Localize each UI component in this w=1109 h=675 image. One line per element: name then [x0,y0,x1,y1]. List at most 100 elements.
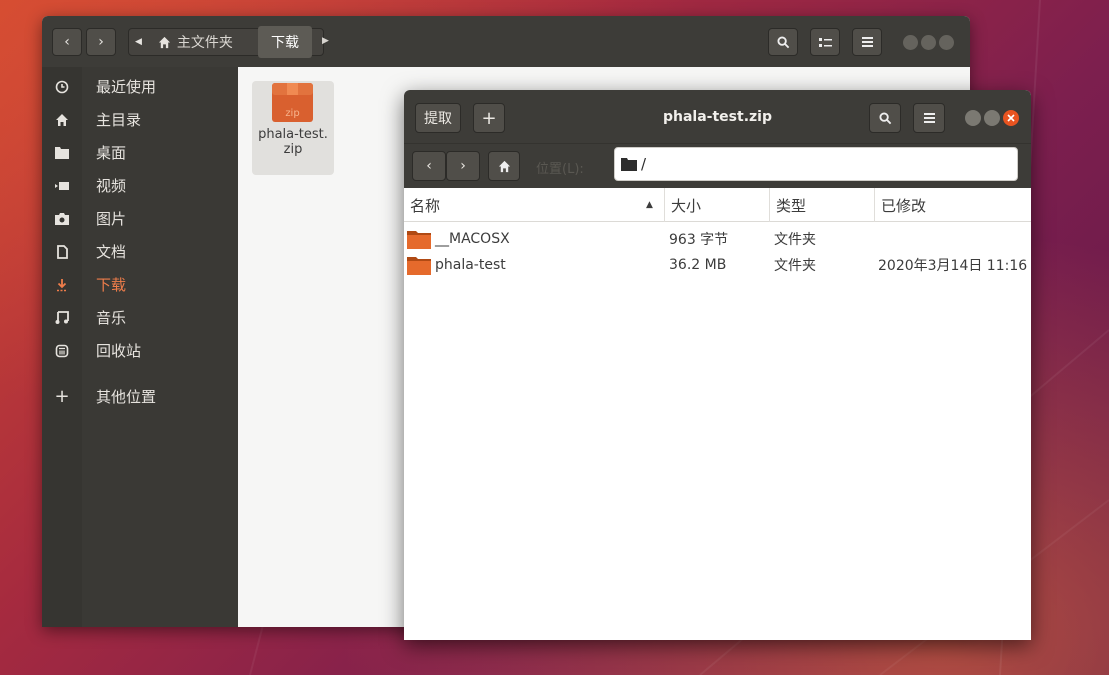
column-header-modified[interactable]: 已修改 [875,188,1031,222]
column-headers: 名称 ▲ 大小 类型 已修改 [404,188,1031,222]
plus-icon: + [54,386,70,407]
places-sidebar: 最近使用 主目录 桌面 视频 图片 文档 下载 音乐 回收站 + 其他位置 [42,67,238,627]
sidebar-item-videos[interactable]: 视频 [42,169,238,202]
add-files-label: + [481,107,497,129]
sidebar-item-pictures[interactable]: 图片 [42,202,238,235]
sidebar-item-other-locations[interactable]: + 其他位置 [42,380,238,413]
location-label: 位置(L): [536,162,584,177]
breadcrumb-scroll-right-icon[interactable]: ▶ [322,36,329,46]
sidebar-item-label: 主目录 [96,111,142,129]
column-header-type[interactable]: 类型 [770,188,874,222]
chevron-left-icon: ‹ [426,158,432,174]
location-entry[interactable]: / [614,147,1018,181]
row-size: 36.2 MB [669,257,727,273]
sidebar-item-music[interactable]: 音乐 [42,301,238,334]
forward-button[interactable]: › [86,28,116,56]
extract-button-label: 提取 [424,111,452,127]
row-name-cell: __MACOSX [407,226,662,252]
forward-button[interactable]: › [446,151,480,181]
file-name-line-1: phala-test. [258,127,328,142]
folder-icon [621,157,637,171]
column-header-name-label: 名称 [410,196,441,215]
sort-ascending-icon: ▲ [646,200,653,210]
search-icon [776,35,789,48]
row-type: 文件夹 [774,232,816,248]
home-icon [158,36,170,48]
close-icon [1007,114,1015,122]
clock-icon [42,80,82,94]
search-button[interactable] [869,103,901,133]
row-modified: 2020年3月14日 11:16 [878,258,1028,274]
search-button[interactable] [768,28,798,56]
table-row[interactable]: __MACOSX 963 字节 文件夹 [404,226,1031,252]
archive-headerbar: phala-test.zip 提取 + [404,90,1031,143]
video-icon [42,181,82,191]
hamburger-menu-icon [861,37,873,47]
minimize-button[interactable] [903,35,918,50]
menu-button[interactable] [852,28,882,56]
breadcrumb-current[interactable]: 下载 [258,26,312,58]
camera-icon [42,212,82,225]
back-button[interactable]: ‹ [412,151,446,181]
sidebar-item-desktop[interactable]: 桌面 [42,136,238,169]
sidebar-item-label: 视频 [96,177,127,195]
file-item-name: phala-test. zip [252,127,334,157]
trash-icon [42,344,82,358]
home-icon [498,160,510,172]
file-item-zip[interactable]: zip phala-test. zip [252,81,334,175]
sidebar-item-label: 下载 [96,276,127,294]
sidebar-item-label: 文档 [96,243,127,261]
menu-button[interactable] [913,103,945,133]
document-icon [42,244,82,259]
maximize-button[interactable] [921,35,936,50]
column-header-name[interactable]: 名称 ▲ [404,188,664,222]
home-icon [42,113,82,127]
location-path: / [641,155,647,173]
sidebar-item-label: 图片 [96,210,127,228]
add-files-button[interactable]: + [473,103,505,133]
download-icon [42,278,82,292]
column-header-size[interactable]: 大小 [665,188,769,222]
sidebar-item-documents[interactable]: 文档 [42,235,238,268]
row-name: __MACOSX [435,231,510,247]
table-row[interactable]: phala-test 36.2 MB 文件夹 2020年3月14日 11:16 [404,252,1031,278]
column-header-modified-label: 已修改 [881,196,927,215]
sidebar-item-recent[interactable]: 最近使用 [42,70,238,103]
sidebar-item-trash[interactable]: 回收站 [42,334,238,367]
zip-archive-icon: zip [272,83,313,122]
column-header-type-label: 类型 [776,196,807,215]
search-icon [878,111,891,124]
back-button[interactable]: ‹ [52,28,82,56]
sidebar-item-label: 桌面 [96,144,127,162]
sidebar-item-home[interactable]: 主目录 [42,103,238,136]
close-button[interactable] [1003,110,1019,126]
breadcrumb-home[interactable]: 主文件夹 [158,32,233,52]
breadcrumb-current-label: 下载 [271,35,299,51]
column-header-size-label: 大小 [671,196,702,215]
view-toggle-button[interactable] [810,28,840,56]
grid-view-icon [818,37,832,47]
chevron-right-icon: › [460,158,466,174]
maximize-button[interactable] [984,110,1000,126]
row-name: phala-test [435,257,506,273]
row-size: 963 字节 [669,232,729,248]
hamburger-menu-icon [923,113,935,123]
sidebar-item-label: 音乐 [96,309,127,327]
sidebar-item-label: 其他位置 [96,388,157,406]
file-name-line-2: zip [283,142,303,157]
file-manager-headerbar: ‹ › ◀ 主文件夹 下载 ▶ [42,16,970,67]
location-toolbar: ‹ › 位置(L): / [404,143,1031,188]
home-button[interactable] [488,151,520,181]
zip-icon-text: zip [285,108,299,119]
breadcrumb-scroll-left-icon[interactable]: ◀ [135,37,142,47]
minimize-button[interactable] [965,110,981,126]
row-type: 文件夹 [774,258,816,274]
extract-button[interactable]: 提取 [415,103,461,133]
close-button[interactable] [939,35,954,50]
chevron-left-icon: ‹ [64,34,70,50]
sidebar-item-label: 回收站 [96,342,142,360]
folder-icon [407,257,431,275]
sidebar-item-downloads[interactable]: 下载 [42,268,238,301]
row-name-cell: phala-test [407,252,662,278]
sidebar-item-label: 最近使用 [96,78,157,96]
